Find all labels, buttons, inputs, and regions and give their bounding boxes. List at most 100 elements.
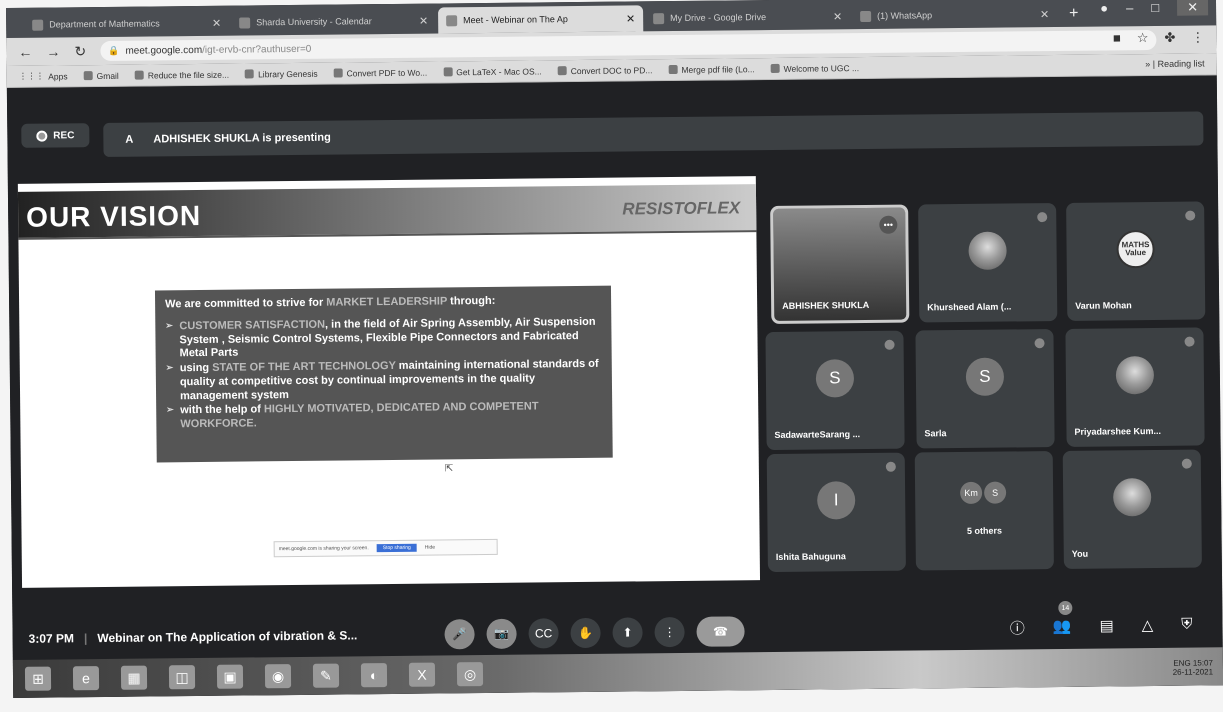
participant-tile[interactable]: Khursheed Alam (... [918, 203, 1058, 323]
bookmark-label: Get LaTeX - Mac OS... [456, 65, 542, 77]
bookmark-label: Library Genesis [257, 68, 318, 79]
people-count-badge: 14 [1058, 600, 1073, 616]
bookmark-item[interactable]: Library Genesis [245, 68, 318, 79]
leave-call-button[interactable]: ☎ [696, 616, 745, 647]
mic-off-icon [1181, 458, 1192, 469]
browser-tab-active[interactable]: Meet - Webinar on The Ap ✕ [438, 5, 644, 34]
hide-button[interactable]: Hide [425, 545, 435, 551]
reload-icon[interactable]: ↻ [74, 43, 86, 60]
reading-list-button[interactable]: » | Reading list [1145, 58, 1204, 69]
more-options-button[interactable]: ⋮ [654, 616, 685, 648]
lock-icon[interactable]: 🔒 [108, 45, 119, 56]
captions-button[interactable]: CC [528, 618, 559, 649]
close-icon[interactable]: ✕ [212, 16, 221, 29]
camera-indicator-icon[interactable]: ■ [1113, 30, 1121, 46]
avatar [1115, 356, 1155, 395]
gmail-icon [83, 71, 93, 81]
file-explorer-icon[interactable]: ▦ [120, 665, 148, 690]
info-icon[interactable]: ⓘ [1010, 617, 1025, 638]
maximize-button[interactable]: □ [1151, 0, 1159, 16]
new-tab-button[interactable]: + [1059, 1, 1089, 27]
bookmark-item[interactable]: Get LaTeX - Mac OS... [443, 66, 542, 77]
participant-tile[interactable]: MATHS Value Varun Mohan [1066, 201, 1206, 321]
back-icon[interactable]: ← [18, 44, 32, 60]
browser-tab[interactable]: Sharda University - Calendar ✕ [231, 7, 436, 35]
participant-tile[interactable]: S SadawarteSarang ... [765, 330, 905, 451]
excel-icon[interactable]: X [408, 662, 436, 687]
browser-tab[interactable]: Department of Mathematics ✕ [24, 10, 229, 38]
notepad-icon[interactable]: ✎ [312, 663, 340, 688]
avatar: S [815, 359, 855, 398]
presenter-banner[interactable]: A ADHISHEK SHUKLA is presenting [103, 111, 1204, 157]
brand-logo: RESISTOFLEX [622, 198, 741, 219]
internet-explorer-icon[interactable]: e [72, 666, 100, 691]
participant-name: You [1071, 548, 1089, 559]
store-icon[interactable]: ◫ [168, 665, 196, 690]
close-icon[interactable]: ✕ [833, 10, 842, 23]
participant-tile[interactable]: S Sarla [915, 329, 1055, 449]
bookmark-item[interactable]: Gmail [83, 70, 119, 81]
more-options-icon[interactable]: ••• [879, 215, 898, 234]
participant-tile[interactable]: ••• ABHISHEK SHUKLA [770, 204, 910, 325]
start-icon[interactable]: ⊞ [24, 666, 52, 691]
tab-title: (1) WhatsApp [877, 10, 933, 21]
bookmark-label: Welcome to UGC ... [783, 62, 860, 74]
bookmark-item[interactable]: Welcome to UGC ... [770, 62, 860, 74]
rec-label: REC [53, 129, 75, 142]
people-icon[interactable]: 👥 [1053, 617, 1072, 638]
meeting-time: 3:07 PM [28, 631, 75, 646]
profile-icon[interactable]: ● [1100, 0, 1108, 16]
divider: | [83, 631, 88, 646]
stop-sharing-button[interactable]: Stop sharing [376, 543, 417, 553]
meeting-info: 3:07 PM | Webinar on The Application of … [29, 628, 358, 645]
present-button[interactable]: ⬆ [612, 617, 643, 648]
activities-icon[interactable]: △ [1142, 616, 1154, 637]
firefox-icon[interactable]: ◉ [264, 664, 292, 689]
language-indicator: ENG [1173, 658, 1191, 668]
chrome-icon[interactable]: ◎ [456, 662, 484, 687]
bookmark-star-icon[interactable]: ☆ [1137, 30, 1149, 46]
close-icon[interactable]: ✕ [1040, 8, 1049, 21]
shared-screen[interactable]: OUR VISION RESISTOFLEX We are committed … [17, 176, 761, 588]
minimize-button[interactable]: – [1126, 0, 1133, 16]
bookmark-item[interactable]: Merge pdf file (Lo... [668, 64, 755, 75]
participant-tile[interactable]: I Ishita Bahuguna [766, 452, 906, 573]
bookmark-item[interactable]: Reduce the file size... [134, 69, 229, 80]
extension-icon[interactable]: ✤ [1164, 30, 1175, 46]
computer-icon[interactable]: ▣ [216, 664, 244, 689]
recording-badge[interactable]: REC [21, 123, 90, 148]
camera-toggle-button[interactable]: 📷 [486, 618, 517, 650]
menu-icon[interactable]: ⋮ [1191, 29, 1204, 45]
forward-icon[interactable]: → [46, 43, 60, 59]
toolbar-actions: ■ ☆ ✤ ⋮ [1113, 29, 1205, 46]
tab-favicon-icon [653, 12, 665, 24]
close-icon[interactable]: ✕ [419, 14, 428, 27]
bookmark-favicon-icon [245, 69, 255, 79]
raise-hand-button[interactable]: ✋ [570, 617, 601, 649]
slide-title: OUR VISION [26, 199, 202, 233]
chat-icon[interactable]: ▤ [1099, 616, 1113, 637]
others-tile[interactable]: Km S 5 others [914, 451, 1054, 571]
browser-tab[interactable]: (1) WhatsApp ✕ [852, 1, 1057, 29]
system-tray[interactable]: ENG 15:07 26-11-2021 [1173, 658, 1214, 677]
host-controls-icon[interactable]: ⛨ [1181, 616, 1192, 637]
participant-tile[interactable]: Priyadarshee Kum... [1065, 327, 1205, 447]
mic-off-icon [884, 339, 895, 350]
others-count: 5 others [966, 525, 1003, 536]
browser-tab[interactable]: My Drive - Google Drive ✕ [645, 3, 850, 31]
edge-icon[interactable]: ◐ [360, 663, 388, 688]
apps-grid-icon: ⋮⋮⋮ [18, 70, 45, 81]
self-tile[interactable]: You [1062, 449, 1202, 569]
bookmark-item[interactable]: Convert PDF to Wo... [333, 67, 427, 78]
mic-toggle-button[interactable]: 🎤 [444, 619, 475, 650]
close-icon[interactable]: ✕ [626, 12, 635, 25]
bookmark-favicon-icon [557, 66, 567, 76]
presenter-initial: A [125, 133, 134, 146]
bookmark-label: Apps [48, 70, 68, 82]
reading-list-label: Reading list [1157, 58, 1205, 69]
bookmark-item[interactable]: Convert DOC to PD... [557, 65, 652, 76]
bookmark-apps[interactable]: ⋮⋮⋮ Apps [19, 70, 68, 82]
window-close-button[interactable]: ✕ [1177, 0, 1209, 16]
url-host: meet.google.com [125, 44, 203, 57]
bookmark-favicon-icon [134, 70, 144, 80]
